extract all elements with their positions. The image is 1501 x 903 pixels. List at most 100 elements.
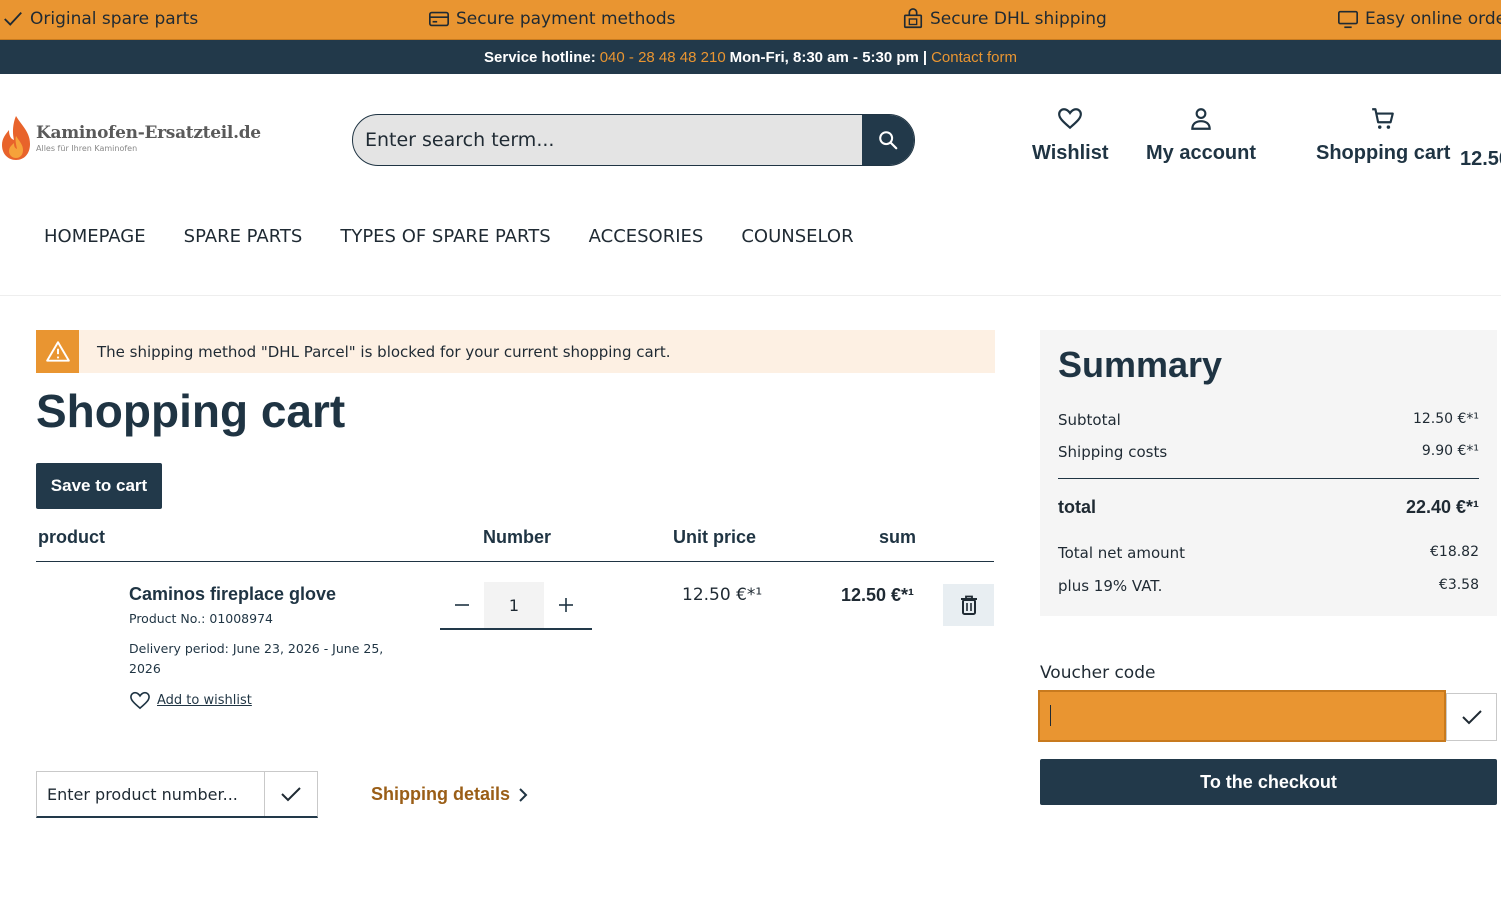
nav-homepage[interactable]: HOMEPAGE xyxy=(44,226,146,247)
shipping-alert: The shipping method "DHL Parcel" is bloc… xyxy=(36,330,995,373)
usp-label: Original spare parts xyxy=(30,9,199,29)
cart-button[interactable]: Shopping cart xyxy=(1316,106,1450,165)
checkout-button[interactable]: To the checkout xyxy=(1040,759,1497,805)
unit-price: 12.50 €*¹ xyxy=(682,585,763,605)
logo-tagline: Alles für Ihren Kaminofen xyxy=(36,144,138,153)
product-name-link[interactable]: Caminos fireplace glove xyxy=(129,584,336,605)
apply-voucher-button[interactable] xyxy=(1446,693,1497,741)
summary-divider xyxy=(1058,478,1479,479)
cart-total[interactable]: 12.50 xyxy=(1460,148,1501,171)
total-value: 22.40 €*¹ xyxy=(1405,497,1479,517)
warning-icon xyxy=(36,330,79,373)
column-number: Number xyxy=(483,527,552,547)
add-product-form xyxy=(36,771,318,818)
check-icon xyxy=(281,787,301,802)
column-unit-price: Unit price xyxy=(673,527,757,547)
minus-icon xyxy=(455,604,469,606)
summary-shipping: Shipping costs 9.90 €*¹ xyxy=(1058,443,1479,461)
nav-types-of-spare-parts[interactable]: TYPES OF SPARE PARTS xyxy=(340,226,550,247)
search-bar xyxy=(352,114,915,166)
subtotal-value: 12.50 €*¹ xyxy=(1412,411,1479,427)
plus-icon xyxy=(559,598,573,612)
contact-form-link[interactable]: Contact form xyxy=(931,49,1017,66)
hotline-phone-link[interactable]: 040 - 28 48 48 210 xyxy=(600,49,726,66)
logo-name: Kaminofen-Ersatzteil.de xyxy=(36,123,261,143)
save-to-cart-button[interactable]: Save to cart xyxy=(36,463,162,509)
vat-value: €3.58 xyxy=(1438,577,1479,593)
monitor-icon xyxy=(1338,10,1358,29)
alert-text: The shipping method "DHL Parcel" is bloc… xyxy=(97,342,671,361)
shipping-label: Shipping costs xyxy=(1058,443,1168,461)
usp-bar: Original spare parts Secure payment meth… xyxy=(0,0,1501,40)
usp-original-parts: Original spare parts xyxy=(2,0,198,38)
account-button[interactable]: My account xyxy=(1146,106,1256,165)
summary-subtotal: Subtotal 12.50 €*¹ xyxy=(1058,411,1479,429)
heart-icon xyxy=(1058,108,1083,130)
flame-icon xyxy=(2,116,30,160)
shipping-details-link[interactable]: Shipping details xyxy=(371,784,528,805)
page-title: Shopping cart xyxy=(36,385,346,437)
increase-quantity-button[interactable] xyxy=(544,582,588,628)
line-sum: 12.50 €*¹ xyxy=(841,585,915,605)
nav-accessories[interactable]: ACCESORIES xyxy=(589,226,704,247)
delivery-period: Delivery period: June 23, 2026 - June 25… xyxy=(129,641,384,676)
hotline-hours: Mon-Fri, 8:30 am - 5:30 pm xyxy=(729,48,919,66)
add-product-button[interactable] xyxy=(264,772,317,816)
usp-label: Secure payment methods xyxy=(456,9,676,29)
search-input[interactable] xyxy=(353,115,862,165)
cart-label: Shopping cart xyxy=(1316,142,1451,164)
heart-icon xyxy=(130,691,150,710)
summary-total: total 22.40 €*¹ xyxy=(1058,497,1479,518)
hotline-bar: Service hotline: 040 - 28 48 48 210 Mon-… xyxy=(0,40,1501,74)
nav-divider xyxy=(0,295,1501,296)
wishlist-button[interactable]: Wishlist xyxy=(1032,106,1109,165)
usp-label: Secure DHL shipping xyxy=(930,9,1107,29)
site-logo[interactable]: Kaminofen-Ersatzteil.de Alles für Ihren … xyxy=(0,114,261,162)
summary-net: Total net amount €18.82 xyxy=(1058,544,1479,562)
search-icon xyxy=(879,131,898,150)
main-nav: HOMEPAGE SPARE PARTS TYPES OF SPARE PART… xyxy=(44,226,854,247)
remove-item-button[interactable] xyxy=(943,584,994,626)
quantity-stepper: 1 xyxy=(440,582,592,630)
voucher-label: Voucher code xyxy=(1040,663,1156,683)
summary-vat: plus 19% VAT. €3.58 xyxy=(1058,577,1479,595)
search-button[interactable] xyxy=(862,115,914,165)
voucher-input[interactable] xyxy=(1038,690,1446,742)
wishlist-label: Wishlist xyxy=(1032,142,1109,164)
net-value: €18.82 xyxy=(1430,544,1479,560)
account-label: My account xyxy=(1146,142,1257,164)
total-label: total xyxy=(1058,497,1096,517)
user-icon xyxy=(1191,108,1211,130)
check-icon xyxy=(1461,710,1482,725)
hotline-separator: | xyxy=(922,48,928,66)
table-header-divider xyxy=(36,561,994,562)
shipping-value: 9.90 €*¹ xyxy=(1421,443,1479,459)
usp-payment: Secure payment methods xyxy=(428,0,676,38)
check-icon xyxy=(4,11,22,26)
quantity-input[interactable]: 1 xyxy=(484,582,544,628)
nav-counselor[interactable]: COUNSELOR xyxy=(741,226,853,247)
nav-spare-parts[interactable]: SPARE PARTS xyxy=(184,226,303,247)
vat-label: plus 19% VAT. xyxy=(1058,577,1163,595)
voucher-form xyxy=(1038,690,1497,742)
add-to-wishlist-label: Add to wishlist xyxy=(157,692,252,708)
decrease-quantity-button[interactable] xyxy=(440,582,484,628)
trash-icon xyxy=(960,595,977,615)
usp-shipping: Secure DHL shipping xyxy=(902,0,1107,38)
summary-title: Summary xyxy=(1058,344,1223,385)
hotline-prefix: Service hotline: xyxy=(484,48,596,66)
column-product: product xyxy=(38,527,105,547)
shipping-details-label: Shipping details xyxy=(371,784,511,804)
usp-label: Easy online orde xyxy=(1365,9,1501,29)
subtotal-label: Subtotal xyxy=(1058,411,1121,429)
column-sum: sum xyxy=(879,527,917,547)
add-to-wishlist-link[interactable]: Add to wishlist xyxy=(129,690,252,710)
product-number: Product No.: 01008974 xyxy=(129,611,273,626)
cart-icon xyxy=(1372,108,1395,129)
chevron-right-icon xyxy=(519,787,528,802)
product-number-input[interactable] xyxy=(37,772,264,816)
order-summary: Summary Subtotal 12.50 €*¹ Shipping cost… xyxy=(1040,330,1497,616)
text-caret xyxy=(1050,705,1051,726)
credit-card-icon xyxy=(429,11,449,27)
shipping-bag-icon xyxy=(903,8,923,29)
